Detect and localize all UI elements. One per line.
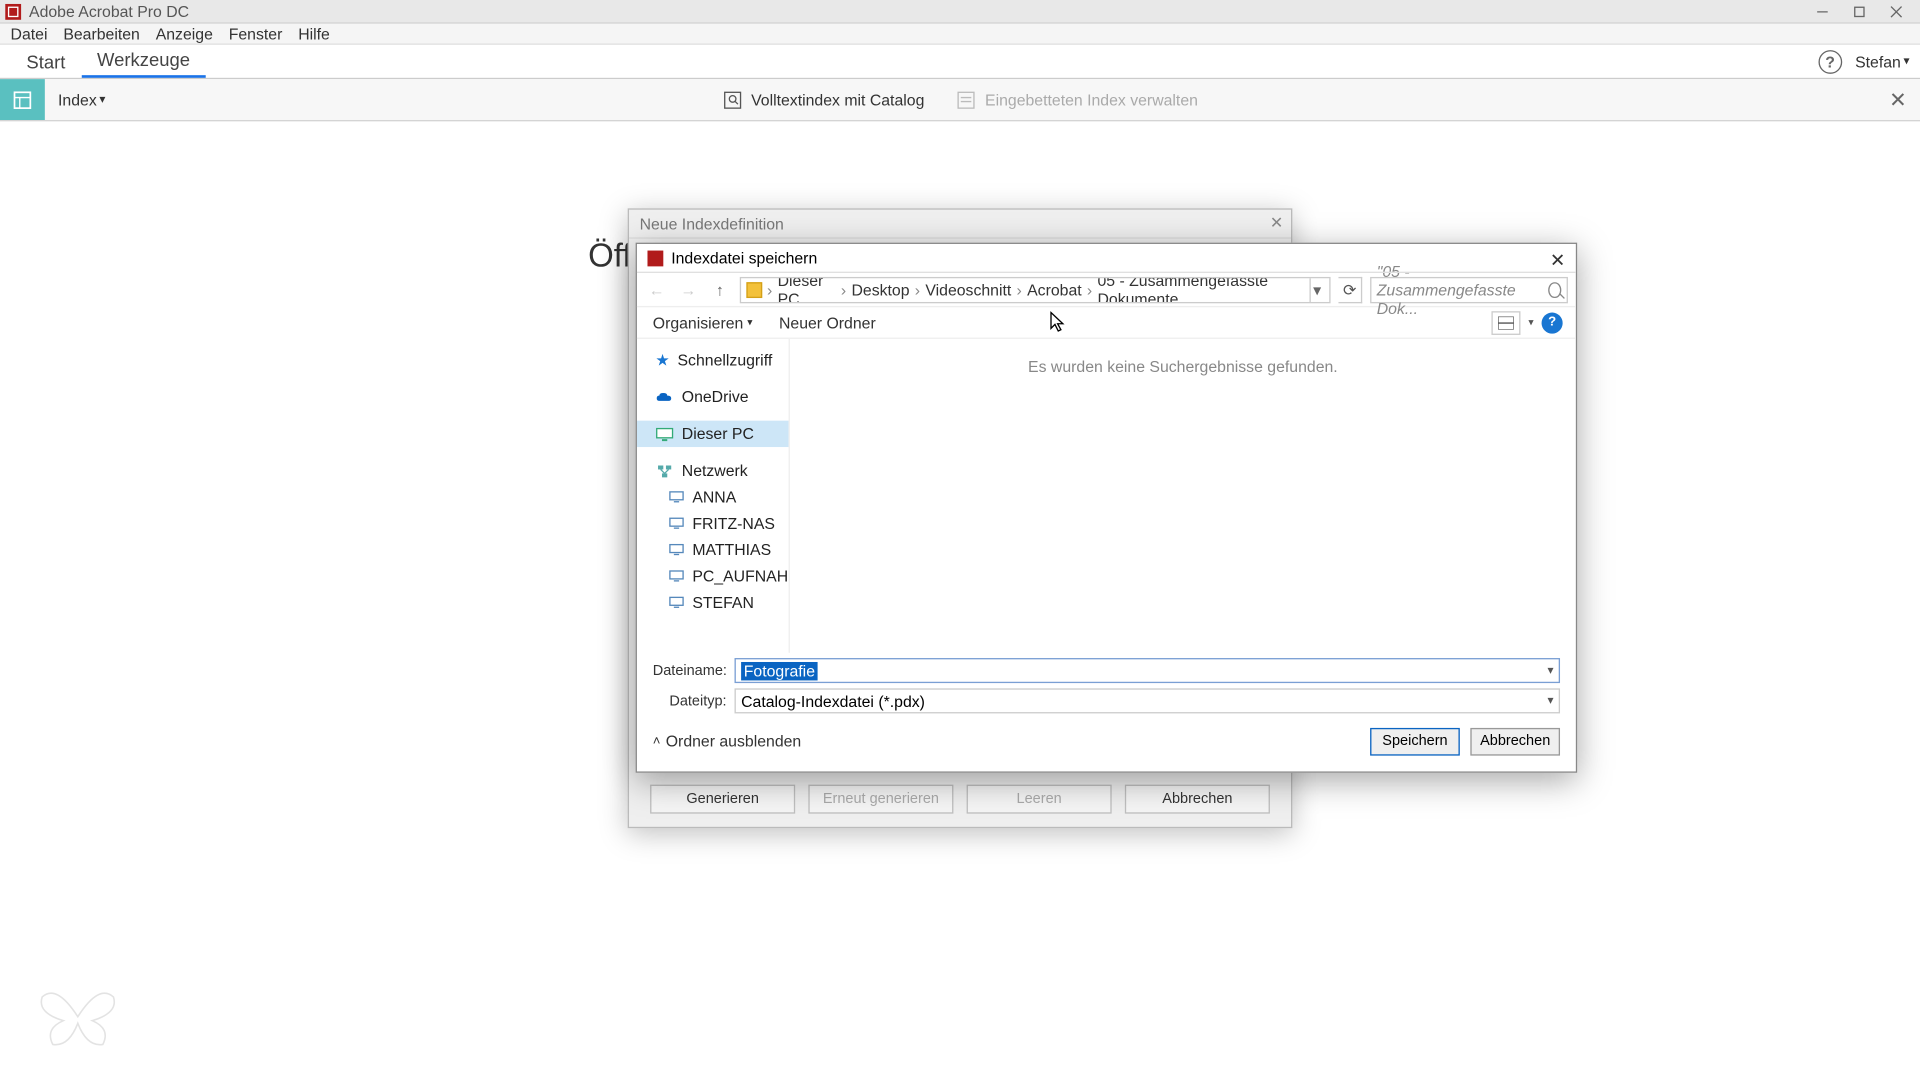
refresh-button[interactable]: ⟳	[1338, 276, 1362, 302]
tab-tools[interactable]: Werkzeuge	[81, 44, 206, 78]
folder-icon	[746, 282, 761, 298]
tree-host[interactable]: FRITZ-NAS	[637, 510, 789, 536]
chevron-down-icon[interactable]: ▾	[1547, 694, 1553, 709]
filename-input[interactable]: Fotografie ▾	[735, 658, 1561, 683]
window-titlebar: Adobe Acrobat Pro DC	[0, 0, 1920, 24]
close-icon[interactable]: ✕	[1270, 214, 1283, 232]
new-folder-button[interactable]: Neuer Ordner	[779, 313, 876, 331]
tool-fulltext[interactable]: Volltextindex mit Catalog	[722, 89, 924, 110]
tree-host[interactable]: MATTHIAS	[637, 537, 789, 563]
save-index-file-dialog: Indexdatei speichern ✕ ← → ↑ › Dieser PC…	[636, 243, 1578, 773]
host-icon	[669, 596, 685, 609]
chevron-up-icon: ˄	[653, 734, 661, 749]
host-icon	[669, 570, 685, 583]
dialog-nav-row: ← → ↑ › Dieser PC › Desktop › Videoschni…	[637, 273, 1576, 307]
tree-host[interactable]: ANNA	[637, 484, 789, 510]
close-icon[interactable]: ✕	[1550, 249, 1565, 271]
tool-category-icon	[0, 79, 45, 120]
save-button[interactable]: Speichern	[1370, 727, 1460, 755]
tool-toolbar: Index▾ Volltextindex mit Catalog Eingebe…	[0, 79, 1920, 121]
pc-icon	[655, 427, 673, 442]
back-button[interactable]: ←	[645, 278, 669, 302]
close-tool-button[interactable]: ✕	[1889, 86, 1907, 112]
main-area: Öff Neue Indexdefinition ✕ Generieren Er…	[0, 121, 1920, 1080]
chevron-down-icon[interactable]: ▾	[1547, 663, 1553, 678]
menu-window[interactable]: Fenster	[229, 24, 283, 42]
star-icon: ★	[655, 351, 669, 369]
forward-button[interactable]: →	[676, 278, 700, 302]
butterfly-watermark	[37, 984, 119, 1054]
tree-host[interactable]: STEFAN	[637, 589, 789, 615]
tree-network[interactable]: Netzwerk	[637, 458, 789, 484]
up-button[interactable]: ↑	[708, 278, 732, 302]
dialog-tool-row: Organisieren▾ Neuer Ordner ▾ ?	[637, 307, 1576, 339]
breadcrumb-item[interactable]: Acrobat	[1027, 280, 1082, 298]
cloud-icon	[655, 390, 673, 403]
dialog-titlebar[interactable]: Indexdatei speichern ✕	[637, 244, 1576, 273]
breadcrumb-item[interactable]: 05 - Zusammengefasste Dokumente	[1097, 276, 1303, 302]
clear-button: Leeren	[967, 785, 1112, 814]
empty-message: Es wurden keine Suchergebnisse gefunden.	[1028, 357, 1338, 375]
tab-bar: Start Werkzeuge ? Stefan ▾	[0, 45, 1920, 79]
search-icon	[1549, 282, 1562, 298]
app-title: Adobe Acrobat Pro DC	[29, 2, 189, 20]
app-icon	[5, 3, 21, 19]
menu-file[interactable]: Datei	[11, 24, 48, 42]
file-list: Es wurden keine Suchergebnisse gefunden.	[790, 339, 1576, 653]
chevron-down-icon: ▾	[99, 92, 105, 107]
network-icon	[655, 464, 673, 479]
regenerate-button: Erneut generieren	[808, 785, 953, 814]
view-dropdown[interactable]: ▾	[1528, 316, 1533, 328]
hide-folders-toggle[interactable]: ˄ Ordner ausblenden	[653, 732, 801, 750]
host-icon	[669, 543, 685, 556]
menu-edit[interactable]: Bearbeiten	[63, 24, 140, 42]
user-menu[interactable]: Stefan	[1855, 52, 1901, 70]
chevron-down-icon: ▾	[1904, 54, 1910, 69]
help-button[interactable]: ?	[1542, 312, 1563, 333]
generate-button[interactable]: Generieren	[650, 785, 795, 814]
breadcrumb-item[interactable]: Videoschnitt	[925, 280, 1011, 298]
minimize-button[interactable]	[1804, 0, 1841, 22]
background-truncated-text: Öff	[588, 237, 631, 275]
address-dropdown[interactable]: ▾	[1309, 276, 1324, 302]
host-icon	[669, 491, 685, 504]
tool-index-dropdown[interactable]: Index▾	[45, 90, 119, 108]
search-input[interactable]: "05 - Zusammengefasste Dok...	[1370, 276, 1568, 302]
dialog-titlebar[interactable]: Neue Indexdefinition ✕	[629, 210, 1291, 239]
tab-start[interactable]: Start	[11, 46, 82, 78]
filetype-label: Dateityp:	[653, 693, 727, 709]
help-icon[interactable]: ?	[1818, 49, 1842, 73]
folder-tree: ★ Schnellzugriff OneDrive Dieser PC	[637, 339, 790, 653]
cancel-button[interactable]: Abbrechen	[1125, 785, 1270, 814]
tree-this-pc[interactable]: Dieser PC	[637, 421, 789, 447]
tree-host[interactable]: PC_AUFNAHME	[637, 563, 789, 589]
tool-embedded-index: Eingebetteten Index verwalten	[956, 89, 1198, 110]
tree-quick-access[interactable]: ★ Schnellzugriff	[637, 347, 789, 373]
address-bar[interactable]: › Dieser PC › Desktop › Videoschnitt › A…	[740, 276, 1331, 302]
filetype-select[interactable]: Catalog-Indexdatei (*.pdx) ▾	[735, 688, 1561, 713]
breadcrumb-item[interactable]: Dieser PC	[778, 276, 836, 302]
view-mode-button[interactable]	[1491, 311, 1520, 335]
breadcrumb-item[interactable]: Desktop	[851, 280, 909, 298]
maximize-button[interactable]	[1841, 0, 1878, 22]
filename-label: Dateiname:	[653, 663, 727, 679]
host-icon	[669, 517, 685, 530]
menubar: Datei Bearbeiten Anzeige Fenster Hilfe	[0, 24, 1920, 45]
tree-onedrive[interactable]: OneDrive	[637, 384, 789, 410]
organize-dropdown[interactable]: Organisieren▾	[653, 313, 753, 331]
menu-help[interactable]: Hilfe	[298, 24, 330, 42]
app-icon	[647, 250, 663, 266]
cancel-button[interactable]: Abbrechen	[1470, 727, 1560, 755]
menu-view[interactable]: Anzeige	[156, 24, 213, 42]
close-button[interactable]	[1878, 0, 1915, 22]
